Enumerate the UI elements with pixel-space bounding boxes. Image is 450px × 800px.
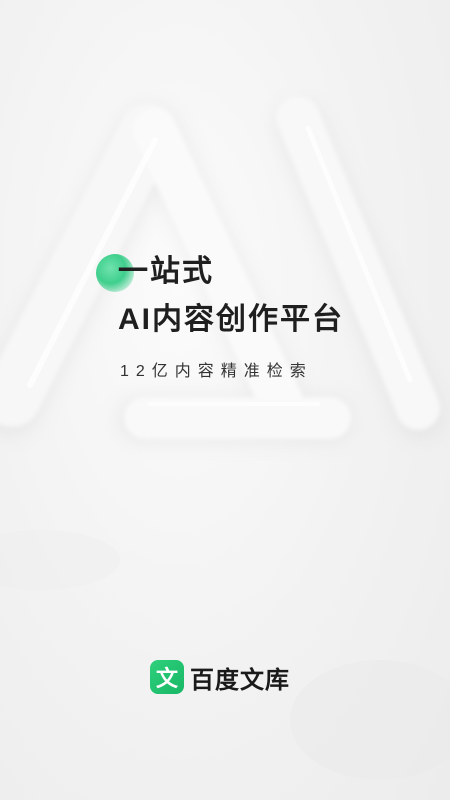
brand-name: 百度文库	[190, 666, 290, 694]
wenku-logo-icon: 文	[150, 660, 184, 694]
tagline-subline: 12亿内容精准检索	[120, 363, 313, 380]
brand-block: 文 百度文库	[150, 658, 290, 696]
tagline-block: 一站式 AI内容创作平台 12亿内容精准检索	[96, 252, 344, 382]
splash-screen: 一站式 AI内容创作平台 12亿内容精准检索 文 百度文库	[0, 0, 450, 800]
tagline-line1: 一站式	[118, 255, 214, 288]
tagline-line2: AI内容创作平台	[118, 303, 344, 336]
